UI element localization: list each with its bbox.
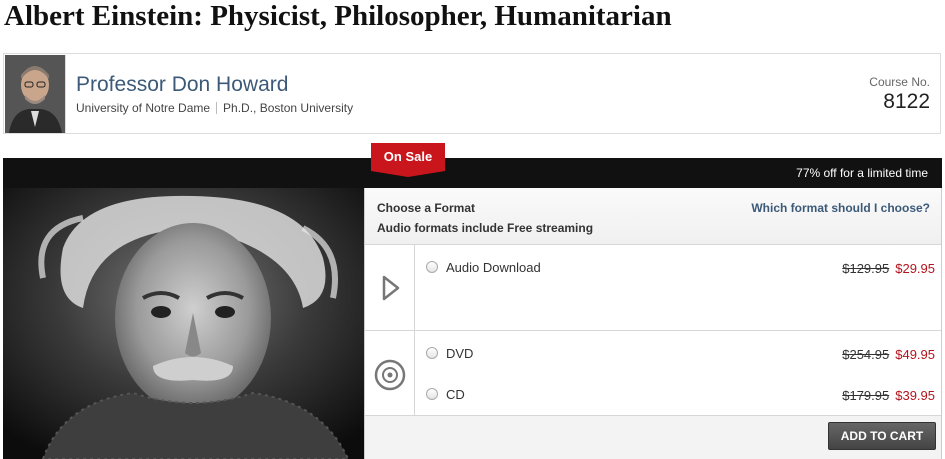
professor-credentials: University of Notre Dame Ph.D., Boston Un… — [76, 101, 353, 115]
radio-audio-download[interactable] — [426, 261, 438, 273]
format-selector: Choose a Format Audio formats include Fr… — [364, 188, 942, 459]
option-label: CD — [446, 387, 465, 402]
sale-price: $29.95 — [895, 261, 935, 276]
professor-university: University of Notre Dame — [76, 101, 211, 115]
original-price: $179.95 — [842, 388, 890, 403]
radio-cd[interactable] — [426, 388, 438, 400]
professor-photo[interactable] — [5, 55, 66, 133]
course-hero-image — [3, 188, 364, 459]
original-price: $254.95 — [842, 347, 890, 362]
professor-card: Professor Don Howard University of Notre… — [3, 53, 941, 134]
disc-format-group: DVD $254.95 $49.95 CD $179.95 $39.95 — [365, 331, 941, 416]
disc-icon — [374, 359, 406, 391]
option-audio-download[interactable]: Audio Download — [426, 260, 541, 275]
on-sale-badge: On Sale — [371, 143, 445, 177]
credentials-divider — [216, 102, 218, 114]
einstein-portrait-icon — [3, 188, 364, 459]
price-audio-download: $129.95 $29.95 — [842, 261, 935, 276]
original-price: $129.95 — [842, 261, 890, 276]
professor-name[interactable]: Professor Don Howard — [76, 73, 288, 97]
professor-portrait-icon — [5, 55, 65, 133]
option-label: DVD — [446, 346, 474, 361]
cart-row: ADD TO CART — [365, 416, 941, 459]
disc-group-icon-cell — [365, 331, 415, 415]
audio-group-icon-cell — [365, 245, 415, 330]
option-label: Audio Download — [446, 260, 541, 275]
add-to-cart-button[interactable]: ADD TO CART — [828, 422, 936, 450]
price-dvd: $254.95 $49.95 — [842, 347, 935, 362]
price-cd: $179.95 $39.95 — [842, 388, 935, 403]
sale-message: 77% off for a limited time — [796, 166, 928, 180]
radio-dvd[interactable] — [426, 347, 438, 359]
sale-price: $39.95 — [895, 388, 935, 403]
format-header: Choose a Format Audio formats include Fr… — [365, 188, 941, 245]
choose-format-heading: Choose a Format — [377, 201, 476, 215]
professor-degree: Ph.D., Boston University — [223, 101, 354, 115]
which-format-link[interactable]: Which format should I choose? — [751, 201, 930, 215]
audio-formats-note: Audio formats include Free streaming — [377, 221, 594, 235]
play-icon — [382, 275, 400, 301]
sale-price: $49.95 — [895, 347, 935, 362]
course-number-label: Course No. — [869, 75, 930, 89]
sale-bar: 77% off for a limited time — [3, 158, 942, 188]
course-number: 8122 — [883, 90, 930, 113]
audio-format-group: Audio Download $129.95 $29.95 — [365, 245, 941, 331]
course-title: Albert Einstein: Physicist, Philosopher,… — [4, 0, 672, 32]
option-cd[interactable]: CD — [426, 387, 465, 402]
option-dvd[interactable]: DVD — [426, 346, 473, 361]
